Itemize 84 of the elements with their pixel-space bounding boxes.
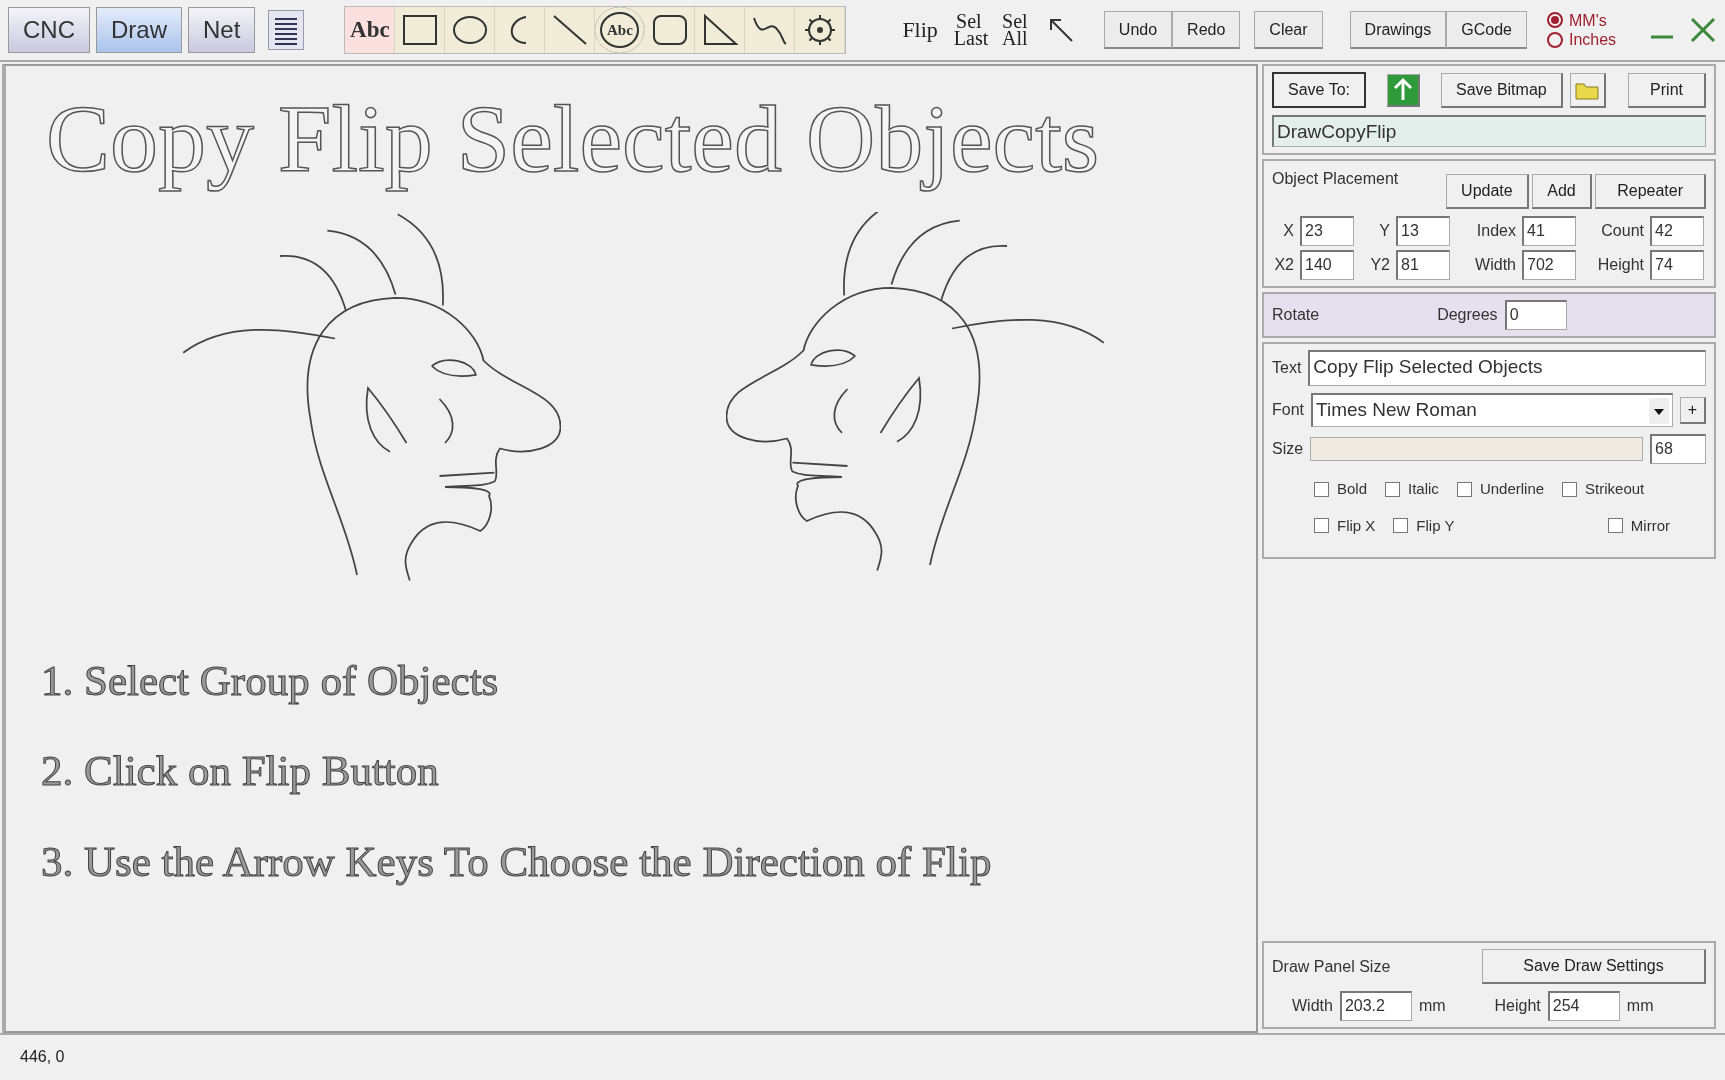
text-field[interactable]: Copy Flip Selected Objects [1308, 350, 1706, 386]
checkbox[interactable] [1562, 481, 1578, 497]
checkbox-label: Underline [1479, 479, 1545, 499]
rotate-label: Rotate [1272, 305, 1320, 325]
checkbox[interactable] [1385, 481, 1401, 497]
toolbar-button[interactable]: Redo [1172, 11, 1241, 49]
text-tool[interactable]: Abc [345, 7, 396, 53]
font-value: Times New Roman [1316, 398, 1478, 423]
menu-icon[interactable] [268, 10, 305, 50]
unit-label: mm [1418, 996, 1446, 1016]
width-label: Width [1292, 996, 1333, 1016]
checkbox[interactable] [1314, 518, 1329, 534]
field-label: X [1282, 221, 1294, 241]
field-label: Index [1475, 221, 1516, 241]
field-label: Y2 [1369, 255, 1390, 275]
mode-tab[interactable]: CNC [8, 7, 90, 53]
radio-button[interactable] [1546, 31, 1563, 48]
mode-tab[interactable]: Draw [96, 7, 182, 53]
oval-text-tool[interactable]: Abc [595, 7, 646, 53]
field-label: Y [1378, 221, 1390, 241]
toolbar-button[interactable]: Drawings [1349, 11, 1447, 49]
text-label: Text [1272, 358, 1302, 378]
value-field[interactable]: 23 [1300, 216, 1354, 246]
field-label: Width [1474, 255, 1516, 275]
toolbar-button[interactable]: Clear [1254, 11, 1323, 49]
toolbar-button[interactable]: GCode [1446, 11, 1527, 49]
close-icon[interactable] [1689, 16, 1717, 44]
toolbar-button[interactable]: Undo [1103, 11, 1173, 49]
size-field[interactable]: 68 [1650, 434, 1706, 464]
field-label: X2 [1273, 255, 1294, 275]
checkbox-label: Bold [1337, 479, 1368, 499]
radio-button[interactable] [1546, 12, 1563, 29]
save-to-button[interactable]: Save To: [1272, 72, 1366, 108]
flip-tool[interactable]: Flip [894, 7, 946, 53]
placement-button[interactable]: Add [1532, 174, 1592, 209]
instruction-text: 3. Use the Arrow Keys To Choose the Direction of Flip [41, 836, 993, 887]
width-field[interactable]: 203.2 [1339, 991, 1412, 1021]
section-title: Draw Panel Size [1272, 956, 1391, 977]
value-field[interactable]: 74 [1650, 250, 1704, 280]
checkbox-label: Flip X [1337, 515, 1376, 536]
section-title: Object Placement [1272, 169, 1399, 189]
select-tool[interactable]: Sel All [991, 7, 1038, 53]
select-tool[interactable]: Sel Last [945, 7, 992, 53]
plus-button[interactable]: + [1679, 396, 1706, 424]
open-folder-button[interactable] [1569, 72, 1606, 108]
instruction-text: 2. Click on Flip Button [41, 746, 440, 797]
save-bitmap-button[interactable]: Save Bitmap [1440, 72, 1563, 108]
checkbox-label: Flip Y [1416, 515, 1455, 536]
print-button[interactable]: Print [1628, 72, 1706, 108]
checkbox[interactable] [1314, 481, 1329, 497]
outline-title: Copy Flip Selected Objects [46, 86, 1101, 192]
value-field[interactable]: 13 [1396, 216, 1450, 246]
font-label: Font [1272, 400, 1304, 420]
dropdown-caret-icon[interactable] [1648, 397, 1669, 424]
degrees-field[interactable]: 0 [1504, 300, 1567, 330]
mode-tab[interactable]: Net [188, 7, 256, 53]
upload-button[interactable] [1386, 73, 1420, 107]
height-label: Height [1494, 996, 1541, 1016]
instruction-text: 1. Select Group of Objects [41, 655, 500, 706]
placement-button[interactable]: Update [1446, 174, 1529, 209]
value-field[interactable]: 41 [1522, 216, 1576, 246]
unit-label: mm [1626, 996, 1654, 1016]
unit-label: MM's [1568, 10, 1607, 30]
field-label: Height [1596, 255, 1644, 275]
font-dropdown[interactable]: Times New Roman [1311, 393, 1673, 427]
degrees-label: Degrees [1437, 305, 1498, 325]
height-field[interactable]: 254 [1547, 991, 1620, 1021]
checkbox-label: Italic [1408, 479, 1439, 499]
checkbox[interactable] [1393, 518, 1409, 534]
checkbox[interactable] [1456, 481, 1472, 497]
checkbox[interactable] [1607, 518, 1623, 534]
value-field[interactable]: 81 [1396, 250, 1450, 280]
value-field[interactable]: 702 [1522, 250, 1576, 280]
placement-button[interactable]: Repeater [1595, 174, 1706, 209]
checkbox-label: Mirror [1630, 515, 1670, 536]
value-field[interactable]: 42 [1650, 216, 1704, 246]
size-label: Size [1272, 439, 1304, 459]
cursor-position: 446, 0 [20, 1048, 65, 1065]
value-field[interactable]: 140 [1300, 250, 1354, 280]
unit-label: Inches [1568, 30, 1617, 50]
filename-field[interactable]: DrawCopyFlip [1272, 115, 1706, 147]
field-label: Count [1600, 221, 1644, 241]
checkbox-label: Strikeout [1585, 479, 1645, 499]
save-settings-button[interactable]: Save Draw Settings [1482, 949, 1706, 984]
